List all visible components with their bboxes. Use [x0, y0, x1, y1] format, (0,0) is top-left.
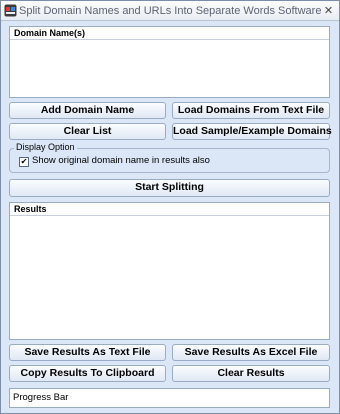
copy-clipboard-button[interactable]: Copy Results To Clipboard: [9, 365, 166, 382]
save-text-button[interactable]: Save Results As Text File: [9, 344, 166, 361]
domain-names-list[interactable]: Domain Name(s): [9, 26, 330, 98]
window-title: Split Domain Names and URLs Into Separat…: [19, 5, 322, 17]
title-bar: Split Domain Names and URLs Into Separat…: [1, 1, 339, 21]
results-box[interactable]: Results: [9, 202, 330, 340]
clear-results-button[interactable]: Clear Results: [172, 365, 330, 382]
app-icon: [4, 4, 17, 17]
domain-names-header: Domain Name(s): [10, 27, 329, 40]
clear-list-button[interactable]: Clear List: [9, 123, 166, 140]
show-original-label[interactable]: Show original domain name in results als…: [32, 155, 210, 166]
save-excel-button[interactable]: Save Results As Excel File: [172, 344, 330, 361]
start-splitting-button[interactable]: Start Splitting: [9, 179, 330, 197]
display-option-legend: Display Option: [14, 142, 77, 152]
add-domain-button[interactable]: Add Domain Name: [9, 102, 166, 119]
close-icon[interactable]: ✕: [321, 4, 336, 18]
results-header: Results: [10, 203, 329, 216]
display-option-group: Display Option ✔ Show original domain na…: [9, 142, 330, 173]
load-domains-file-button[interactable]: Load Domains From Text File: [172, 102, 330, 119]
progress-bar: Progress Bar: [9, 388, 330, 408]
app-window: Split Domain Names and URLs Into Separat…: [0, 0, 340, 414]
load-sample-button[interactable]: Load Sample/Example Domains: [172, 123, 332, 140]
show-original-checkbox[interactable]: ✔: [19, 157, 29, 167]
